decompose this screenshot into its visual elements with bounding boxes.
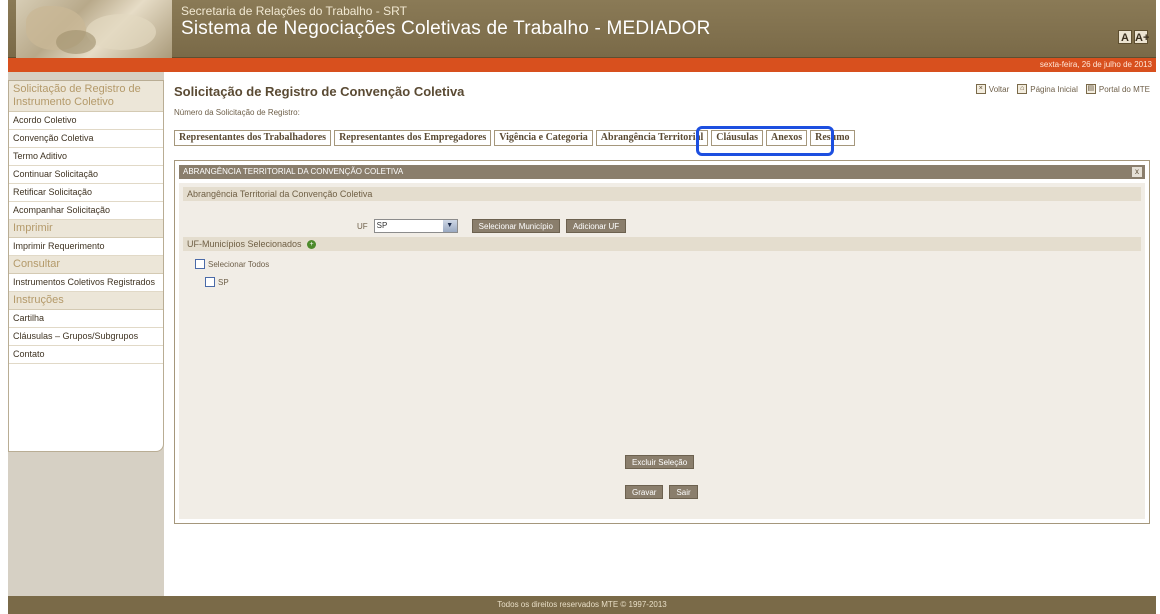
portal-link[interactable]: ▤ Portal do MTE: [1085, 84, 1150, 94]
uf-label: UF: [357, 221, 368, 231]
sidebar-item-acompanhar-solicitacao[interactable]: Acompanhar Solicitação: [9, 202, 163, 220]
header-logo-image: [16, 0, 172, 58]
sidebar-section-title: Consultar: [9, 256, 163, 274]
tab-clausulas[interactable]: Cláusulas: [711, 130, 763, 146]
territorial-panel: Abrangência Territorial da Convenção Col…: [174, 160, 1150, 524]
font-increase-button[interactable]: A+: [1134, 30, 1149, 44]
tab-vigencia-categoria[interactable]: Vigência e Categoria: [494, 130, 593, 146]
font-decrease-button[interactable]: A: [1118, 30, 1132, 44]
footer-copyright: Todos os direitos reservados MTE © 1997-…: [497, 600, 667, 609]
home-link-label: Página Inicial: [1030, 84, 1078, 94]
app-header: Secretaria de Relações do Trabalho - SRT…: [8, 0, 1156, 58]
select-municipio-button[interactable]: Selecionar Município: [471, 219, 560, 233]
tab-anexos[interactable]: Anexos: [765, 130, 808, 146]
sidebar-item-cartilha[interactable]: Cartilha: [9, 310, 163, 328]
uf-item-checkbox[interactable]: [205, 277, 215, 287]
select-all-checkbox[interactable]: [195, 259, 205, 269]
date-bar: sexta-feira, 26 de julho de 2013: [8, 58, 1156, 72]
tab-representantes-trabalhadores[interactable]: Representantes dos Trabalhadores: [174, 130, 332, 146]
section-title-abrangencia: Abrangência Territorial da Convenção Col…: [183, 187, 1141, 201]
add-uf-button[interactable]: Adicionar UF: [565, 219, 627, 233]
section-title-municipios: UF-Municípios Selecionados +: [183, 237, 1141, 251]
sidebar-item-convencao-coletiva[interactable]: Convenção Coletiva: [9, 130, 163, 148]
footer: Todos os direitos reservados MTE © 1997-…: [8, 596, 1156, 614]
home-link[interactable]: ⌂ Página Inicial: [1017, 84, 1078, 94]
sidebar-item-clausulas-grupos[interactable]: Cláusulas – Grupos/Subgrupos: [9, 328, 163, 346]
sidebar-item-continuar-solicitacao[interactable]: Continuar Solicitação: [9, 166, 163, 184]
font-size-controls: A A+: [1118, 30, 1149, 44]
page-frame: Secretaria de Relações do Trabalho - SRT…: [0, 0, 1160, 614]
add-circle-icon[interactable]: +: [307, 240, 317, 250]
sidebar-item-instrumentos-registrados[interactable]: Instrumentos Coletivos Registrados: [9, 274, 163, 292]
select-all-row: Selecionar Todos: [195, 259, 269, 269]
tab-representantes-empregadores[interactable]: Representantes dos Empregadores: [334, 130, 492, 146]
sidebar-item-acordo-coletivo[interactable]: Acordo Coletivo: [9, 112, 163, 130]
sidebar-item-retificar-solicitacao[interactable]: Retificar Solicitação: [9, 184, 163, 202]
portal-icon: ▤: [1085, 84, 1096, 94]
sidebar-item-imprimir-requerimento[interactable]: Imprimir Requerimento: [9, 238, 163, 256]
panel-body: Abrangência Territorial da Convenção Col…: [179, 183, 1145, 519]
exclude-selection-button[interactable]: Excluir Seleção: [625, 455, 695, 469]
header-title: Sistema de Negociações Coletivas de Trab…: [181, 18, 711, 39]
uf-row: UF SP ▼ Selecionar Município Adicionar U…: [357, 219, 627, 233]
back-icon: ×: [975, 84, 986, 94]
action-buttons: Gravar Sair: [625, 485, 698, 499]
page-title: Solicitação de Registro de Convenção Col…: [174, 84, 465, 99]
panel-header-title: Abrangência Territorial da Convenção Col…: [183, 167, 404, 176]
back-link-label: Voltar: [988, 84, 1010, 94]
uf-select-value: SP: [376, 221, 388, 230]
exclude-wrap: Excluir Seleção: [625, 455, 695, 469]
save-button[interactable]: Gravar: [625, 485, 664, 499]
chevron-down-icon[interactable]: ▼: [442, 220, 457, 232]
tab-resumo[interactable]: Resumo: [810, 130, 855, 146]
top-links: × Voltar ⌂ Página Inicial ▤ Portal do MT…: [975, 84, 1150, 94]
sidebar-section-title: Imprimir: [9, 220, 163, 238]
request-number-label: Número da Solicitação de Registro:: [174, 108, 300, 117]
home-icon: ⌂: [1017, 84, 1028, 94]
panel-close-icon[interactable]: x: [1132, 167, 1142, 177]
section-title-municipios-text: UF-Municípios Selecionados: [187, 239, 302, 249]
panel-header: Abrangência Territorial da Convenção Col…: [179, 165, 1145, 179]
select-all-label: Selecionar Todos: [208, 259, 270, 269]
sidebar-menu: Solicitação de Registro de Instrumento C…: [8, 80, 164, 452]
list-item: SP: [205, 277, 229, 287]
exit-button[interactable]: Sair: [669, 485, 698, 499]
tab-bar: Representantes dos Trabalhadores Represe…: [174, 130, 855, 146]
portal-link-label: Portal do MTE: [1098, 84, 1150, 94]
header-subtitle: Secretaria de Relações do Trabalho - SRT: [181, 4, 407, 18]
sidebar-section-title: Solicitação de Registro de Instrumento C…: [9, 81, 163, 112]
tab-abrangencia-territorial[interactable]: Abrangência Territorial: [595, 130, 709, 146]
sidebar-section-title: Instruções: [9, 292, 163, 310]
back-link[interactable]: × Voltar: [975, 84, 1010, 94]
uf-item-label: SP: [218, 277, 229, 287]
current-date: sexta-feira, 26 de julho de 2013: [1039, 60, 1152, 69]
sidebar-item-termo-aditivo[interactable]: Termo Aditivo: [9, 148, 163, 166]
uf-select[interactable]: SP ▼: [373, 219, 458, 233]
sidebar-item-contato[interactable]: Contato: [9, 346, 163, 364]
